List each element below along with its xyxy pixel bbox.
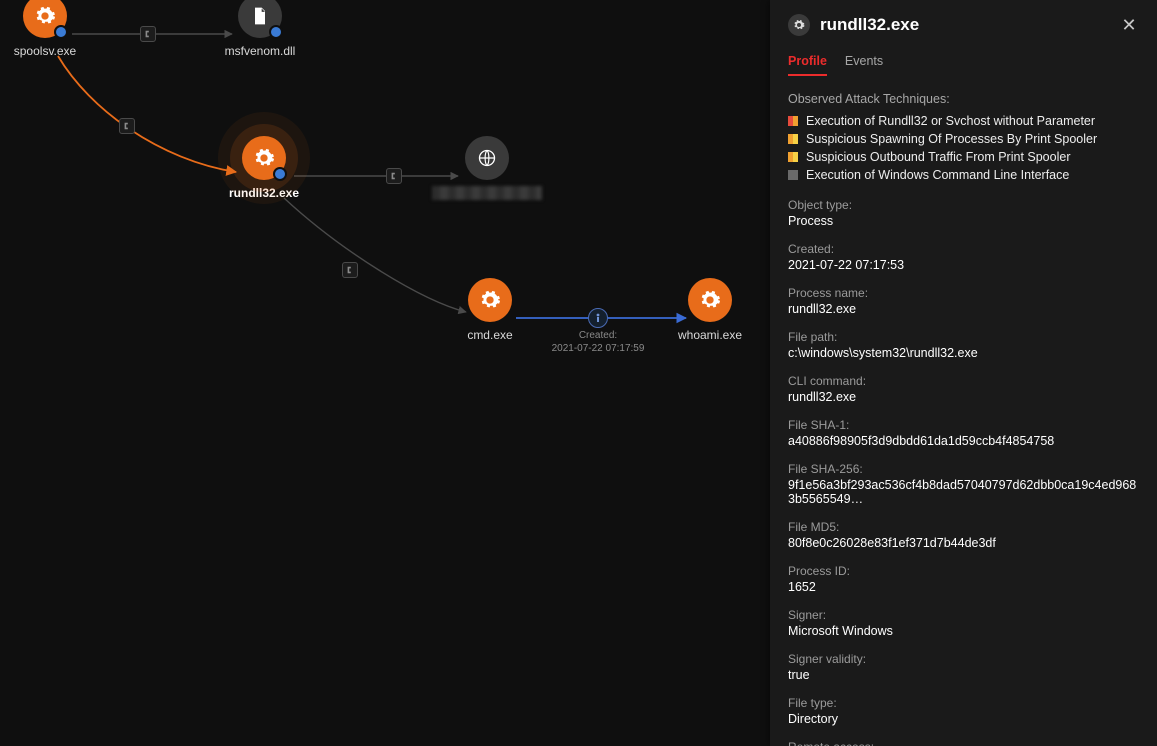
field-value: Microsoft Windows [788,624,1139,638]
edge-marker-info[interactable] [588,308,608,328]
field: CLI command: rundll32.exe [788,374,1139,404]
field-value: Process [788,214,1139,228]
severity-swatch [788,170,798,180]
field: File MD5: 80f8e0c26028e83f1ef371d7b44de3d… [788,520,1139,550]
edge-marker[interactable] [342,262,358,278]
field-label: Remote access: [788,740,1139,746]
field: Signer validity: true [788,652,1139,682]
panel-tabs: Profile Events [788,54,1139,76]
field-label: File SHA-256: [788,462,1139,476]
field-label: CLI command: [788,374,1139,388]
field-value: 80f8e0c26028e83f1ef371d7b44de3df [788,536,1139,550]
field: Remote access:false [788,740,1139,746]
field: File SHA-1: a40886f98905f3d9dbdd61da1d59c… [788,418,1139,448]
field-label: Process ID: [788,564,1139,578]
edge-marker[interactable] [386,168,402,184]
field: Object type: Process [788,198,1139,228]
tab-profile[interactable]: Profile [788,54,827,76]
edge-marker[interactable] [140,26,156,42]
node-msfvenom[interactable]: msfvenom.dll [220,0,300,58]
node-redacted[interactable] [447,136,527,180]
field-value: 2021-07-22 07:17:53 [788,258,1139,272]
observed-techniques-label: Observed Attack Techniques: [788,92,1139,106]
field: File SHA-256: 9f1e56a3bf293ac536cf4b8dad5… [788,462,1139,506]
field-value: c:\windows\system32\rundll32.exe [788,346,1139,360]
field: Signer: Microsoft Windows [788,608,1139,638]
field: Created: 2021-07-22 07:17:53 [788,242,1139,272]
edge-marker[interactable] [119,118,135,134]
field-value: rundll32.exe [788,302,1139,316]
details-panel: rundll32.exe ✕ Profile Events Observed A… [770,0,1157,746]
node-whoami[interactable]: whoami.exe [670,278,750,342]
redacted-label [432,186,542,200]
technique-item[interactable]: Suspicious Spawning Of Processes By Prin… [788,130,1139,148]
field-value: a40886f98905f3d9dbdd61da1d59ccb4f4854758 [788,434,1139,448]
node-label: rundll32.exe [224,186,304,200]
field-label: Created: [788,242,1139,256]
field-label: File SHA-1: [788,418,1139,432]
field-value: rundll32.exe [788,390,1139,404]
technique-text: Suspicious Outbound Traffic From Print S… [806,150,1070,164]
field-label: File MD5: [788,520,1139,534]
node-spoolsv[interactable]: spoolsv.exe [5,0,85,58]
gear-icon [242,136,286,180]
severity-swatch [788,152,798,162]
field-label: File path: [788,330,1139,344]
field-value: 1652 [788,580,1139,594]
node-label: spoolsv.exe [5,44,85,58]
close-icon[interactable]: ✕ [1119,15,1139,36]
field-label: File type: [788,696,1139,710]
field: Process name: rundll32.exe [788,286,1139,316]
field: File type: Directory [788,696,1139,726]
field: File path: c:\windows\system32\rundll32.e… [788,330,1139,360]
field-value: 9f1e56a3bf293ac536cf4b8dad57040797d62dbb… [788,478,1139,506]
severity-swatch [788,134,798,144]
field: Process ID: 1652 [788,564,1139,594]
field-value: Directory [788,712,1139,726]
field-label: Process name: [788,286,1139,300]
edge-label-created: Created: 2021-07-22 07:17:59 [552,330,645,355]
gear-icon [688,278,732,322]
technique-text: Execution of Windows Command Line Interf… [806,168,1069,182]
technique-text: Suspicious Spawning Of Processes By Prin… [806,132,1097,146]
severity-swatch [788,116,798,126]
tab-events[interactable]: Events [845,54,883,76]
node-cmd[interactable]: cmd.exe [450,278,530,342]
panel-title: rundll32.exe [820,15,1109,35]
technique-item[interactable]: Suspicious Outbound Traffic From Print S… [788,148,1139,166]
gear-icon [23,0,67,38]
field-label: Signer validity: [788,652,1139,666]
node-label: whoami.exe [670,328,750,342]
technique-text: Execution of Rundll32 or Svchost without… [806,114,1095,128]
node-label: msfvenom.dll [220,44,300,58]
process-graph[interactable]: Created: 2021-07-22 07:17:59 spoolsv.exe… [0,0,770,746]
technique-item[interactable]: Execution of Rundll32 or Svchost without… [788,112,1139,130]
node-rundll32[interactable]: rundll32.exe [224,136,304,200]
document-icon [238,0,282,38]
field-label: Signer: [788,608,1139,622]
field-label: Object type: [788,198,1139,212]
field-value: true [788,668,1139,682]
technique-item[interactable]: Execution of Windows Command Line Interf… [788,166,1139,184]
technique-list: Execution of Rundll32 or Svchost without… [788,112,1139,184]
gear-icon [788,14,810,36]
gear-icon [468,278,512,322]
node-label: cmd.exe [450,328,530,342]
globe-icon [465,136,509,180]
